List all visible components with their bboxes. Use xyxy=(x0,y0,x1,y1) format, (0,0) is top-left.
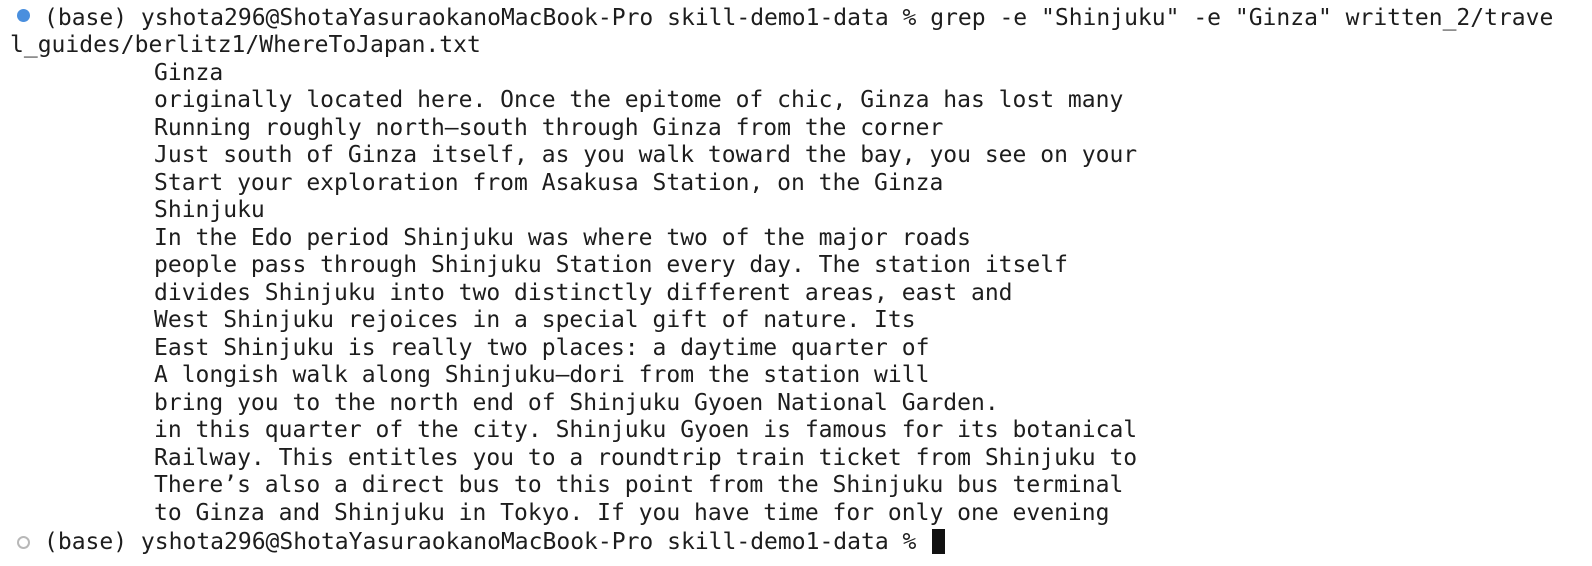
command-finished-marker-icon xyxy=(17,9,30,22)
prompt-line[interactable]: (base) yshota296@ShotaYasuraokanoMacBook… xyxy=(44,528,946,556)
output-line: Just south of Ginza itself, as you walk … xyxy=(154,142,1138,168)
output-line: A longish walk along Shinjuku–dori from … xyxy=(154,362,930,388)
output-line: bring you to the north end of Shinjuku G… xyxy=(154,390,999,416)
output-line: originally located here. Once the epitom… xyxy=(154,87,1124,113)
output-line: Running roughly north–south through Ginz… xyxy=(154,115,944,141)
text-cursor xyxy=(932,529,946,554)
output-line: divides Shinjuku into two distinctly dif… xyxy=(154,280,1013,306)
output-line: There’s also a direct bus to this point … xyxy=(154,472,1124,498)
output-line: Start your exploration from Asakusa Stat… xyxy=(154,170,944,196)
command-line: (base) yshota296@ShotaYasuraokanoMacBook… xyxy=(44,5,1554,31)
terminal-window[interactable]: (base) yshota296@ShotaYasuraokanoMacBook… xyxy=(0,0,1592,566)
output-line: Railway. This entitles you to a roundtri… xyxy=(154,445,1138,471)
prompt-text: (base) yshota296@ShotaYasuraokanoMacBook… xyxy=(44,529,931,555)
output-line: people pass through Shinjuku Station eve… xyxy=(154,252,1068,278)
output-line: East Shinjuku is really two places: a da… xyxy=(154,335,930,361)
output-line: West Shinjuku rejoices in a special gift… xyxy=(154,307,916,333)
output-line: in this quarter of the city. Shinjuku Gy… xyxy=(154,417,1138,443)
output-line: Ginza xyxy=(154,60,224,86)
prompt-pending-marker-icon xyxy=(17,536,30,549)
output-line: In the Edo period Shinjuku was where two… xyxy=(154,225,971,251)
output-line: to Ginza and Shinjuku in Tokyo. If you h… xyxy=(154,500,1110,526)
output-line: Shinjuku xyxy=(154,197,265,223)
command-line-wrap: l_guides/berlitz1/WhereToJapan.txt xyxy=(10,32,481,58)
